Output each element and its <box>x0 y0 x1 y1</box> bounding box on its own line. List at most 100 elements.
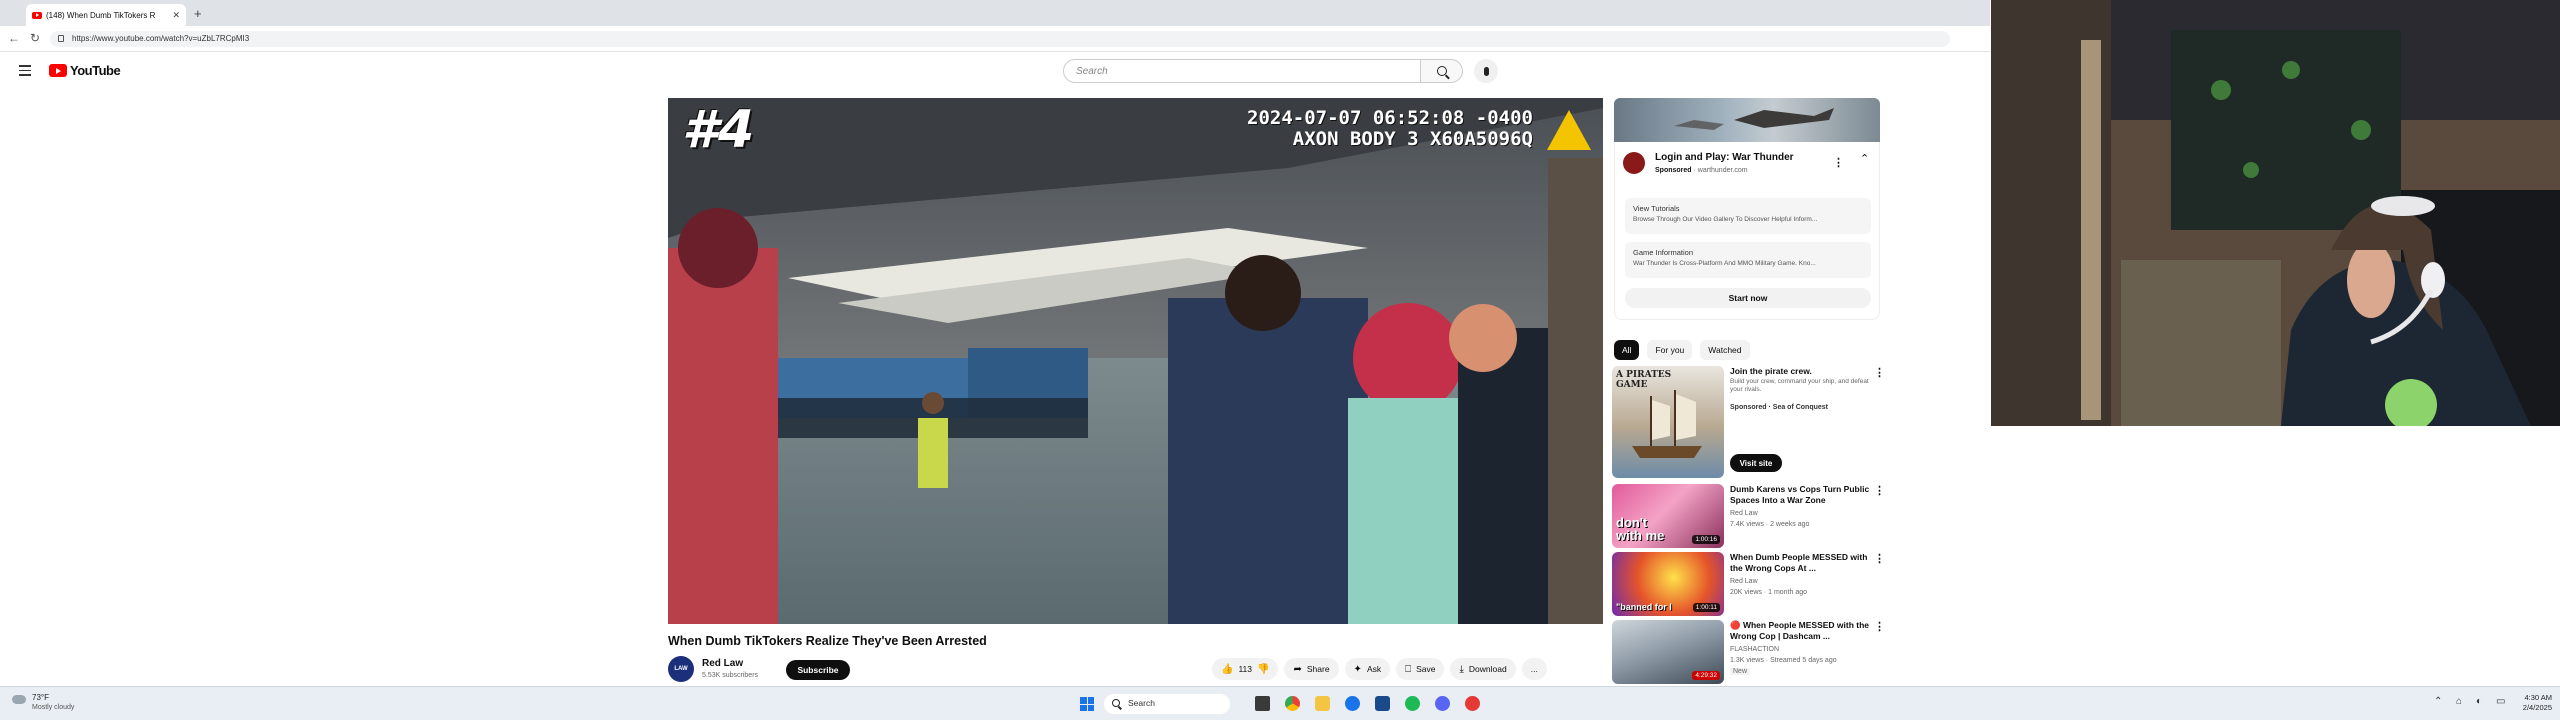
recommendation-title[interactable]: When Dumb People MESSED with the Wrong C… <box>1730 552 1870 574</box>
taskbar-search-box[interactable]: Search <box>1104 694 1230 714</box>
more-actions-button[interactable]: ... <box>1521 658 1547 680</box>
recommendation-description: Build your crew, command your ship, and … <box>1730 378 1869 393</box>
start-now-button[interactable]: Start now <box>1625 288 1871 308</box>
chip-watched[interactable]: Watched <box>1700 340 1750 360</box>
recommendation-more-icon[interactable]: ⋮ <box>1874 620 1885 633</box>
recommendation-meta: 20K views · 1 month ago <box>1730 589 1808 596</box>
ask-button[interactable]: ✦ Ask <box>1344 658 1391 680</box>
youtube-logo[interactable]: YouTube <box>49 63 121 78</box>
youtube-play-icon <box>49 64 67 77</box>
jet-artwork <box>1674 108 1834 130</box>
chevron-up-icon[interactable]: ⌃ <box>2434 696 2442 707</box>
subscribe-button[interactable]: Subscribe <box>786 660 850 680</box>
visit-site-button[interactable]: Visit site <box>1730 454 1782 472</box>
thumbs-up-icon: 👍 <box>1221 663 1234 675</box>
display-icon[interactable]: ▭ <box>2496 696 2505 707</box>
new-tab-button[interactable]: + <box>194 6 202 21</box>
voice-search-button[interactable] <box>1474 59 1498 83</box>
url-field[interactable]: https://www.youtube.com/watch?v=uZbL7RCp… <box>50 31 1950 47</box>
recommendation-item[interactable]: "banned for l 1:00:11 When Dumb People M… <box>1612 552 1885 616</box>
video-actions: 👍 113 👎 ➦ Share ✦ Ask ⎕ Save ⤓ Download … <box>1212 658 1547 680</box>
search-icon <box>1436 66 1447 76</box>
recommendation-channel[interactable]: Red Law <box>1730 510 1758 517</box>
recommendation-more-icon[interactable]: ⋮ <box>1874 366 1885 379</box>
recommendation-thumbnail[interactable]: A PIRATES GAME <box>1612 366 1724 478</box>
new-badge: New <box>1730 668 1751 675</box>
store-icon[interactable] <box>1375 696 1390 711</box>
chrome-icon[interactable] <box>1285 696 1300 711</box>
address-bar: ← ↻ https://www.youtube.com/watch?v=uZbL… <box>0 26 1990 52</box>
search-icon <box>1112 699 1120 707</box>
recommendation-title[interactable]: 🔴 When People MESSED with the Wrong Cop … <box>1730 620 1870 642</box>
browser-tab[interactable]: (148) When Dumb TikTokers R ✕ <box>26 4 186 26</box>
like-dislike-button[interactable]: 👍 113 👎 <box>1212 658 1279 680</box>
ad-domain: warthunder.com <box>1697 167 1748 174</box>
recommendation-thumbnail[interactable]: 4:29:32 <box>1612 620 1724 684</box>
download-button[interactable]: ⤓ Download <box>1450 658 1516 680</box>
video-player[interactable]: #4 2024-07-07 06:52:08 -0400 AXON BODY 3… <box>668 98 1603 624</box>
recommendation-channel[interactable]: FLASHACTION <box>1730 646 1779 653</box>
reload-icon[interactable]: ↻ <box>30 31 40 45</box>
tab-title: (148) When Dumb TikTokers R <box>46 10 156 20</box>
ad-sitelink-desc: War Thunder Is Cross-Platform And MMO Mi… <box>1633 260 1816 267</box>
recommendation-channel: Sponsored · Sea of Conquest <box>1730 404 1829 411</box>
episode-number-overlay: #4 <box>682 100 755 160</box>
taskbar-clock[interactable]: 4:30 AM 2/4/2025 <box>2520 693 2552 713</box>
file-explorer-icon[interactable] <box>1315 696 1330 711</box>
back-arrow-icon[interactable]: ← <box>8 31 20 45</box>
chip-all[interactable]: All <box>1614 340 1640 360</box>
search-button[interactable] <box>1421 59 1463 83</box>
ad-sponsored-label: Sponsored <box>1655 167 1692 174</box>
obs-icon[interactable] <box>1465 696 1480 711</box>
ad-title[interactable]: Login and Play: War Thunder <box>1655 152 1794 163</box>
recommendation-more-icon[interactable]: ⋮ <box>1874 484 1885 497</box>
weather-temperature[interactable]: 73°F <box>32 693 49 702</box>
cloud-icon <box>12 695 26 704</box>
windows-taskbar: 73°F Mostly cloudy Search ⌃ ⌂ ◐ ▭ 4:30 A… <box>0 686 2560 720</box>
network-icon[interactable]: ⌂ <box>2456 696 2462 707</box>
ad-more-icon[interactable]: ⋮ <box>1833 156 1844 169</box>
share-icon: ➦ <box>1293 663 1302 675</box>
share-label: Share <box>1306 664 1330 674</box>
chip-for-you[interactable]: For you <box>1647 340 1693 360</box>
chevron-up-icon[interactable]: ⌃ <box>1860 152 1869 165</box>
recommendation-channel[interactable]: Red Law <box>1730 578 1758 585</box>
volume-icon[interactable]: ◐ <box>2476 696 2482 707</box>
thumbs-down-icon[interactable]: 👎 <box>1257 664 1269 675</box>
sponsored-recommendation[interactable]: A PIRATES GAME Join the pirate crew. Bui… <box>1612 366 1885 478</box>
thumbnail-text: don't with me <box>1616 515 1665 543</box>
recommendation-item[interactable]: don't with me 1:00:16 Dumb Karens vs Cop… <box>1612 484 1885 548</box>
youtube-logo-text: YouTube <box>70 63 121 78</box>
taskbar-search-label: Search <box>1128 698 1155 708</box>
recommendation-thumbnail[interactable]: "banned for l 1:00:11 <box>1612 552 1724 616</box>
weather-description[interactable]: Mostly cloudy <box>32 704 74 711</box>
axon-logo-icon <box>1547 110 1591 150</box>
recommendation-thumbnail[interactable]: don't with me 1:00:16 <box>1612 484 1724 548</box>
recommendation-title[interactable]: Dumb Karens vs Cops Turn Public Spaces I… <box>1730 484 1870 506</box>
channel-avatar[interactable]: LAW <box>668 656 694 682</box>
ad-banner-image[interactable] <box>1614 98 1880 142</box>
close-tab-icon[interactable]: ✕ <box>172 10 180 21</box>
pirate-ship-image <box>1632 390 1702 458</box>
ad-sitelink-tutorials[interactable]: View Tutorials Browse Through Our Video … <box>1625 198 1871 234</box>
like-count: 113 <box>1238 664 1253 674</box>
share-button[interactable]: ➦ Share <box>1284 658 1339 680</box>
save-button[interactable]: ⎕ Save <box>1396 658 1445 680</box>
clock-time: 4:30 AM <box>2524 693 2552 702</box>
ad-sitelink-game-info[interactable]: Game Information War Thunder Is Cross-Pl… <box>1625 242 1871 278</box>
ad-sitelink-desc: Browse Through Our Video Gallery To Disc… <box>1633 216 1818 223</box>
task-view-icon[interactable] <box>1255 696 1270 711</box>
recommendation-title[interactable]: Join the pirate crew. <box>1730 366 1870 377</box>
search-input[interactable]: Search <box>1063 59 1421 83</box>
ad-sponsor-line: Sponsored · warthunder.com <box>1655 167 1748 174</box>
download-label: Download <box>1468 664 1507 674</box>
menu-icon[interactable] <box>19 65 31 79</box>
recommendation-more-icon[interactable]: ⋮ <box>1874 552 1885 565</box>
discord-icon[interactable] <box>1435 696 1450 711</box>
edge-icon[interactable] <box>1345 696 1360 711</box>
recommendation-item[interactable]: 4:29:32 🔴 When People MESSED with the Wr… <box>1612 620 1885 684</box>
channel-name[interactable]: Red Law <box>702 658 743 669</box>
windows-start-icon[interactable] <box>1080 697 1094 711</box>
spotify-icon[interactable] <box>1405 696 1420 711</box>
lock-icon <box>58 35 64 42</box>
